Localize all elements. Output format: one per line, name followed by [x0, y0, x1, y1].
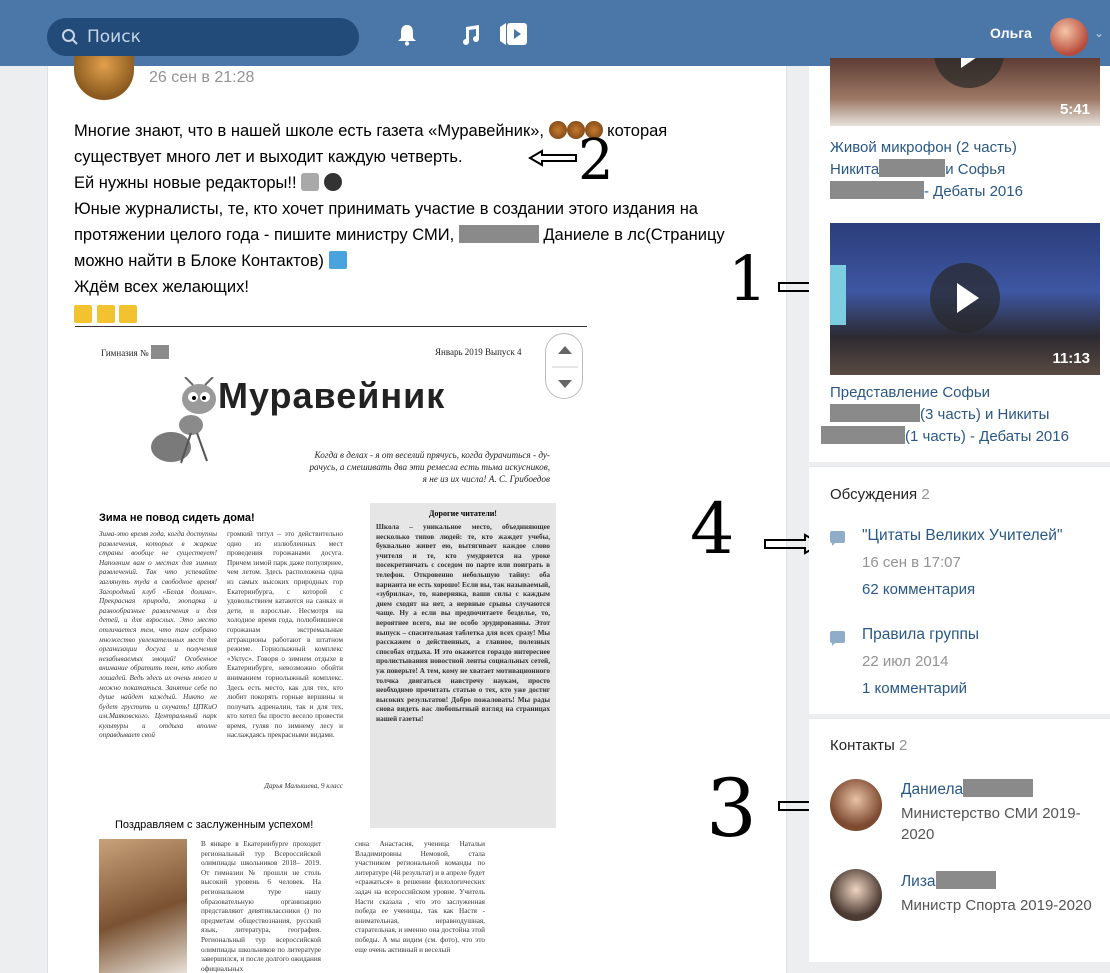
music-icon[interactable] — [459, 24, 481, 46]
student-photo — [99, 839, 187, 973]
post-line: которая — [607, 122, 668, 140]
avatar[interactable] — [830, 869, 882, 921]
annotation-number: 3 — [706, 762, 757, 855]
user-name[interactable]: Ольга — [990, 25, 1032, 41]
newspaper-title: Муравейник — [218, 375, 446, 416]
pencil-emoji-icon — [119, 305, 138, 323]
newspaper-motto: Когда в делах - я от веселий прячусь, ко… — [309, 450, 550, 484]
redacted-block — [458, 225, 539, 243]
headphones-emoji-icon — [323, 173, 342, 191]
videos-block: 5:41 Живой микрофон (2 часть) Никита и Со… — [809, 58, 1110, 462]
congrats-column: В январе в Екатеринбурге проходит регион… — [201, 840, 321, 973]
group-avatar[interactable] — [74, 56, 134, 100]
annotation-number: 1 — [728, 242, 768, 315]
computer-emoji-icon — [328, 251, 347, 269]
contact-name[interactable]: Даниела — [901, 779, 1034, 799]
video-thumbnail[interactable]: 5:41 — [830, 58, 1100, 126]
discussion-date: 22 июл 2014 — [862, 653, 949, 670]
contacts-block: Контакты 2 Даниела Министерство СМИ 2019… — [809, 718, 1110, 962]
congrats-column: сина Анастасия, ученица Натальи Владимир… — [355, 840, 485, 954]
annotation-number: 2 — [578, 128, 614, 193]
post-line: Ждём всех желающих! — [74, 278, 249, 296]
video-duration: 5:41 — [1059, 101, 1090, 118]
avatar[interactable] — [830, 779, 882, 831]
article-title: Зима не повод сидеть дома! — [99, 512, 255, 524]
post-text: Многие знают, что в нашей школе есть газ… — [74, 118, 774, 328]
post-line: существует много лет и выходит каждую че… — [74, 148, 463, 166]
user-avatar[interactable] — [1050, 18, 1088, 56]
contact-name[interactable]: Лиза — [901, 871, 996, 891]
discussion-date: 16 сен в 17:07 — [862, 554, 961, 571]
bell-icon[interactable] — [397, 24, 417, 46]
video-icon[interactable] — [496, 21, 530, 47]
article-column: Зима-это время года, когда доступны разв… — [99, 530, 217, 740]
post-line: Юные журналисты, те, кто хочет принимать… — [74, 200, 698, 218]
post-line: протяжении целого года - пишите министру… — [74, 226, 455, 244]
wall-post: 26 сен в 21:28 Многие знают, что в нашей… — [47, 56, 787, 973]
discussion-icon — [830, 531, 845, 546]
right-sidebar: 5:41 Живой микрофон (2 часть) Никита и Со… — [809, 58, 1110, 973]
newspaper-image[interactable]: Гимназия № Январь 2019 Выпуск 4 Муравейн… — [75, 326, 587, 973]
video-title[interactable]: Представление Софьи (3 часть) и Никиты (… — [821, 382, 1106, 448]
pencil-emoji-icon — [74, 305, 92, 323]
video-title[interactable]: Живой микрофон (2 часть) Никита и Софья -… — [830, 137, 1100, 203]
readers-title: Дорогие читатели! — [429, 509, 497, 518]
readers-text: Школа – уникальное место, объединяющее н… — [376, 523, 550, 723]
top-bar: Поиск Ольга ⌄ — [0, 0, 1110, 66]
discussion-comments[interactable]: 1 комментарий — [862, 680, 967, 697]
post-line: можно найти в Блоке Контактов) — [74, 252, 324, 270]
post-line: Ей нужны новые редакторы!! — [74, 174, 297, 192]
newspaper-school: Гимназия № — [101, 345, 169, 359]
discussion-topic[interactable]: Правила группы — [862, 626, 979, 644]
search-icon — [62, 29, 78, 45]
screen-glow — [830, 265, 846, 325]
post-date[interactable]: 26 сен в 21:28 — [149, 69, 254, 87]
contact-role: Министр Спорта 2019-2020 — [901, 897, 1092, 914]
article-column: громкий титул – это действительно одно и… — [227, 530, 343, 740]
article-author: Дарья Малышева, 9 класс — [264, 782, 343, 790]
pencil-emoji-icon — [96, 305, 115, 323]
congrats-title: Поздравляем с заслуженным успехом! — [115, 819, 314, 831]
play-icon[interactable] — [934, 58, 1004, 88]
arrow-updown-icon — [552, 346, 578, 388]
discussion-comments[interactable]: 62 комментария — [862, 581, 975, 598]
video-duration: 11:13 — [1052, 350, 1090, 367]
annotation-number: 4 — [690, 488, 735, 570]
newspaper-issue: Январь 2019 Выпуск 4 — [435, 347, 522, 357]
contact-role: Министерство СМИ 2019-2020 — [901, 805, 1081, 843]
discussions-title[interactable]: Обсуждения 2 — [830, 486, 930, 503]
play-icon[interactable] — [930, 263, 1000, 333]
discussion-topic[interactable]: "Цитаты Великих Учителей" — [862, 527, 1062, 545]
post-line: Даниеле в лс(Страницу — [543, 226, 725, 244]
arrow-left-icon — [528, 149, 577, 167]
readers-box: Дорогие читатели! Школа – уникальное мес… — [370, 503, 556, 828]
video-thumbnail[interactable]: 11:13 — [830, 223, 1100, 375]
post-line: Многие знают, что в нашей школе есть газ… — [74, 122, 544, 140]
discussion-icon — [830, 631, 845, 646]
search-placeholder: Поиск — [87, 27, 141, 47]
discussions-block: Обсуждения 2 "Цитаты Великих Учителей" 1… — [809, 466, 1110, 714]
newspaper-scroll-control[interactable] — [545, 333, 583, 399]
search-input[interactable]: Поиск — [47, 18, 359, 56]
contacts-title[interactable]: Контакты 2 — [830, 737, 907, 754]
chevron-down-icon[interactable]: ⌄ — [1094, 26, 1104, 40]
microphone-emoji-icon — [301, 173, 320, 191]
ant-emoji-icon — [548, 121, 567, 139]
